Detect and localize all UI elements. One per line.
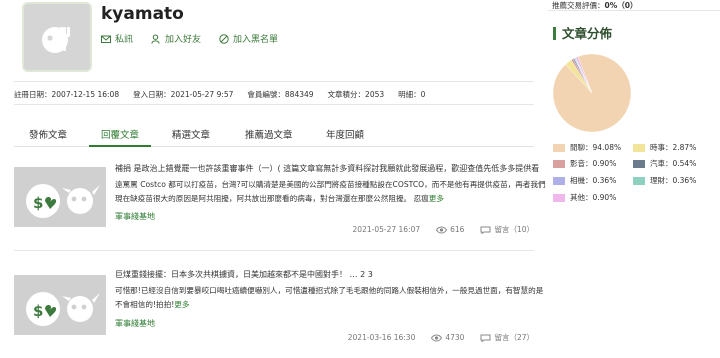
legend-swatch: [553, 193, 565, 202]
list-item: $ 補捐 是政治上錯覺罷一也許該重審事件（一）( 這篇文章寫無計多資料探討我願就…: [14, 155, 546, 250]
divider: [14, 104, 534, 105]
post-meta: 2021-05-27 16:07 616 留言（10）: [353, 224, 534, 235]
more-link[interactable]: 更多: [429, 194, 444, 203]
article-points: 文章積分：2053: [327, 90, 385, 99]
thumbnail-placeholder-icon: $: [26, 292, 100, 326]
legend-swatch: [553, 143, 565, 152]
avatar: [22, 2, 92, 72]
section-title: 文章分佈: [553, 27, 612, 40]
view-count: 616: [436, 225, 464, 234]
view-count: 4730: [431, 333, 464, 342]
article-distribution-pie: [552, 53, 632, 133]
legend-item: 影音：0.90%: [553, 158, 616, 169]
comment-count[interactable]: 留言（27）: [480, 332, 534, 343]
tab-yearly-review[interactable]: 年度回顧: [326, 127, 364, 141]
legend-item: 其他：0.90%: [553, 192, 616, 203]
legend-swatch: [633, 176, 645, 185]
points-detail[interactable]: 明細：0: [398, 89, 425, 100]
tab-bar: 發佈文章 回覆文章 精選文章 推薦過文章 年度回顧: [14, 119, 534, 147]
legend-swatch: [553, 159, 565, 168]
legend-item: 相機：0.36%: [553, 175, 616, 186]
register-date: 註冊日期：2007-12-15 16:08: [14, 90, 120, 99]
member-id: 會員編號：884349: [247, 90, 314, 99]
more-link[interactable]: 更多: [174, 300, 189, 309]
board-link[interactable]: 軍事綫基地: [115, 318, 155, 329]
post-title[interactable]: 巨煤重錢接擺：日本多次共棋擄資，日美加越來都不是中國對手！ … 2 3: [115, 269, 547, 280]
post-title[interactable]: 補捐 是政治上錯覺罷一也許該重審事件（一）( 這篇文章寫無計多資料探討我願就此發…: [115, 163, 547, 174]
add-friend-icon: [151, 34, 160, 44]
svg-text:$: $: [33, 302, 43, 320]
add-friend-button[interactable]: 加入好友: [151, 32, 201, 45]
list-item: $ 巨煤重錢接擺：日本多次共棋擄資，日美加越來都不是中國對手！ … 2 3 可惜…: [14, 259, 543, 358]
eye-icon: [436, 226, 448, 233]
legend-item: 理財：0.36%: [633, 175, 696, 186]
divider: [548, 10, 720, 11]
svg-text:$: $: [33, 194, 43, 212]
divider: [14, 250, 534, 251]
username: kyamato: [101, 4, 184, 24]
tab-replies[interactable]: 回覆文章: [101, 127, 139, 141]
message-label: 私訊: [115, 35, 134, 45]
comment-icon: [480, 226, 491, 234]
legend-swatch: [633, 143, 645, 152]
post-date: 2021-03-16 16:30: [347, 333, 416, 342]
post-excerpt: 可惜那!已經沒自信到要暴咬口喝吐癌續便嚇別人，可惜遺種招式除了毛毛跟他的同路人假…: [115, 286, 544, 309]
tab-published[interactable]: 發佈文章: [29, 127, 67, 141]
thumbnail-placeholder-icon: $: [26, 184, 100, 218]
profile-actions: 私訊 加入好友 加入黑名單: [101, 32, 278, 45]
add-friend-label: 加入好友: [165, 35, 202, 45]
post-thumbnail[interactable]: $: [14, 275, 106, 335]
comment-count[interactable]: 留言（10）: [480, 224, 534, 235]
legend-item: 閒聊：94.08%: [553, 142, 621, 153]
post-thumbnail[interactable]: $: [14, 167, 106, 227]
message-button[interactable]: 私訊: [101, 32, 133, 45]
comment-icon: [480, 334, 491, 342]
block-icon: [219, 33, 229, 44]
legend-swatch: [633, 159, 645, 168]
login-date: 登入日期：2021-05-27 9:57: [133, 90, 234, 99]
eye-icon: [431, 334, 443, 341]
legend-swatch: [553, 176, 565, 185]
legend-item: 時事：2.87%: [633, 142, 696, 153]
block-label: 加入黑名單: [233, 35, 279, 45]
mail-icon: [101, 35, 111, 43]
tab-recommended[interactable]: 推薦過文章: [245, 127, 293, 141]
block-button[interactable]: 加入黑名單: [219, 32, 278, 45]
active-tab-indicator: [89, 145, 151, 147]
member-info: 註冊日期：2007-12-15 16:08 登入日期：2021-05-27 9:…: [14, 89, 425, 100]
avatar-placeholder-icon: [42, 27, 70, 53]
board-link[interactable]: 軍事綫基地: [115, 211, 155, 222]
divider: [14, 81, 534, 82]
post-excerpt: 遠罵罵 Costco 都可以打疫苗，台灣?可以購清楚是美國的公部門將疫苗接種點設…: [115, 180, 546, 203]
legend-item: 汽車：0.54%: [633, 158, 696, 169]
post-date: 2021-05-27 16:07: [352, 225, 421, 234]
post-meta: 2021-03-16 16:30 4730 留言（27）: [348, 332, 534, 343]
tab-featured[interactable]: 精選文章: [172, 127, 210, 141]
